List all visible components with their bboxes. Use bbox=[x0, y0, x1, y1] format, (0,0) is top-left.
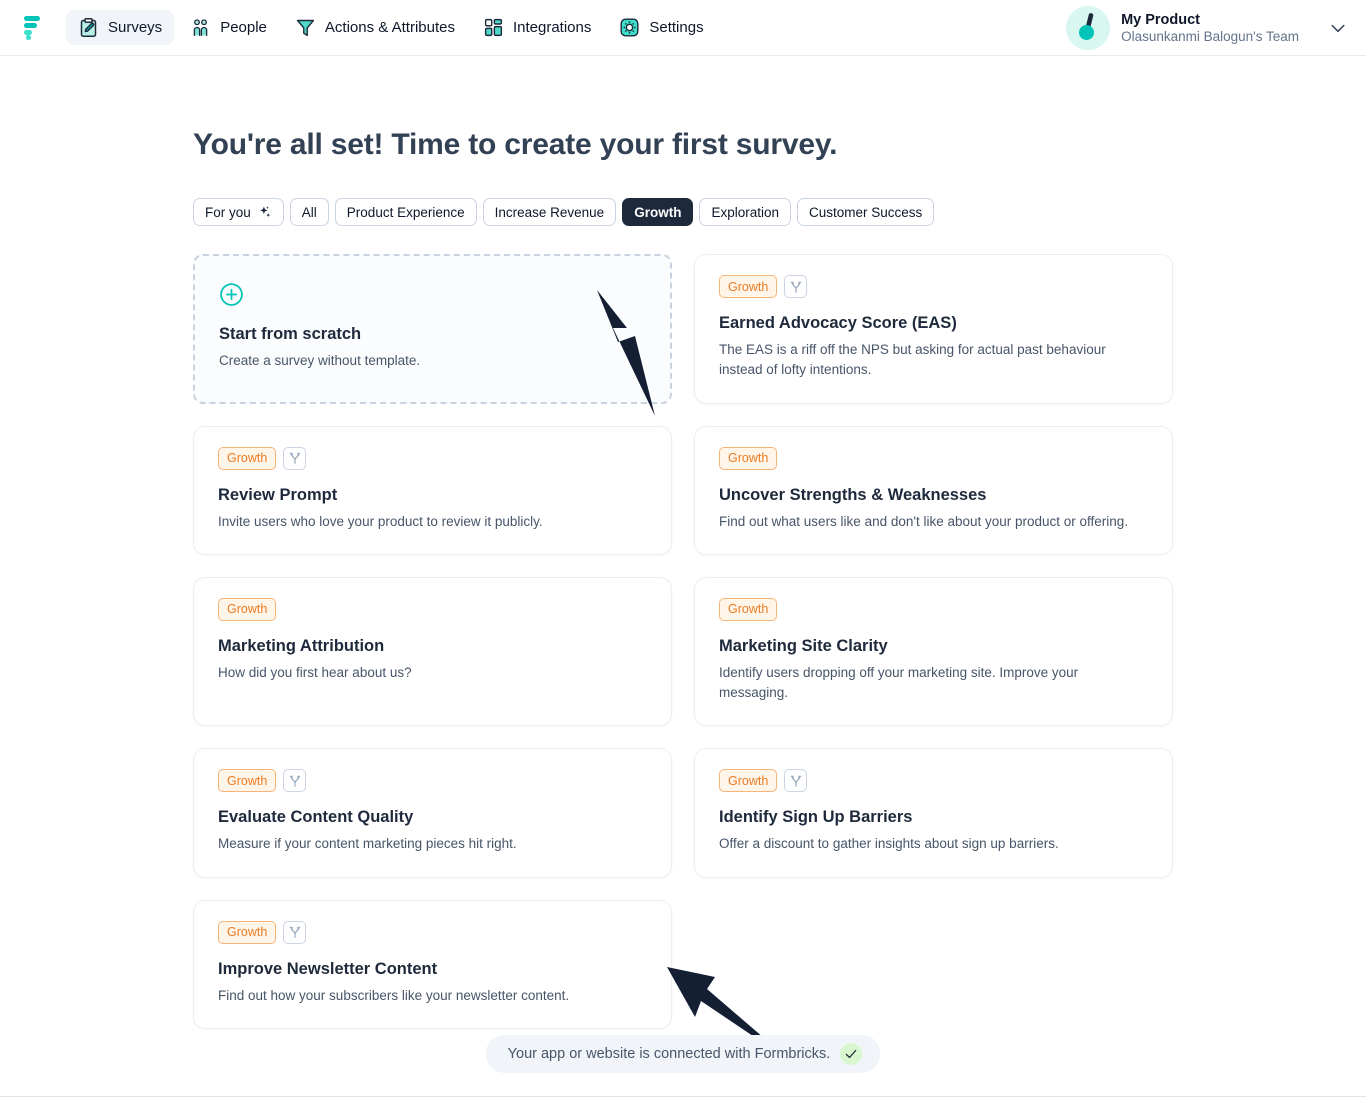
nav-item-actions-attributes[interactable]: Actions & Attributes bbox=[283, 10, 467, 45]
nav-label-surveys: Surveys bbox=[108, 19, 163, 36]
template-card[interactable]: Growth Identify Sign Up Barriers Offer a… bbox=[694, 748, 1173, 878]
card-description: The EAS is a riff off the NPS but asking… bbox=[719, 342, 1106, 378]
filter-chip-product-experience[interactable]: Product Experience bbox=[334, 198, 477, 226]
page-body: You're all set! Time to create your firs… bbox=[0, 56, 1366, 1097]
status-badge: Growth bbox=[719, 597, 778, 621]
nav-item-settings[interactable]: Settings bbox=[607, 10, 715, 45]
filter-chip-label: For you bbox=[205, 204, 251, 220]
account-team-name: Olasunkanmi Balogun's Team bbox=[1121, 28, 1299, 44]
card-badge-row: Growth bbox=[719, 769, 1148, 793]
connection-status-footer: Your app or website is connected with Fo… bbox=[0, 1035, 1366, 1073]
template-card[interactable]: Growth Marketing Attribution How did you… bbox=[193, 576, 672, 727]
card-title: Start from scratch bbox=[219, 325, 362, 343]
filter-chip-customer-success[interactable]: Customer Success bbox=[797, 198, 935, 226]
template-card[interactable]: Growth Evaluate Content Quality Measure … bbox=[193, 748, 672, 878]
card-description: Offer a discount to gather insights abou… bbox=[719, 836, 1059, 852]
card-description: Invite users who love your product to re… bbox=[218, 513, 543, 529]
card-description: Find out what users like and don't like … bbox=[719, 513, 1129, 529]
card-badge-row: Growth bbox=[218, 446, 647, 470]
account-switcher[interactable]: My Product Olasunkanmi Balogun's Team bbox=[1066, 0, 1348, 56]
branch-icon bbox=[283, 920, 307, 944]
card-badge-row: Growth bbox=[218, 920, 647, 944]
filter-chip-exploration[interactable]: Exploration bbox=[699, 198, 791, 226]
branch-icon bbox=[784, 275, 808, 298]
template-card[interactable]: Growth Marketing Site Clarity Identify u… bbox=[694, 576, 1173, 727]
card-title: Uncover Strengths & Weaknesses bbox=[719, 485, 987, 504]
card-badge-row: Growth bbox=[719, 597, 1148, 621]
card-badge-row: Growth bbox=[719, 275, 1148, 298]
card-description: How did you first hear about us? bbox=[218, 664, 412, 680]
status-badge: Growth bbox=[719, 275, 778, 298]
product-avatar-icon bbox=[1066, 6, 1111, 50]
start-from-scratch-card[interactable]: Start from scratch Create a survey witho… bbox=[193, 254, 672, 404]
card-title: Improve Newsletter Content bbox=[218, 959, 438, 978]
check-icon bbox=[840, 1043, 863, 1065]
template-card[interactable]: Growth Uncover Strengths & Weaknesses Fi… bbox=[694, 425, 1173, 555]
template-category-filters: For you All Product Experience Increase … bbox=[193, 198, 1173, 226]
gear-icon bbox=[619, 17, 640, 38]
filter-chip-label: All bbox=[301, 204, 317, 220]
filter-chip-label: Customer Success bbox=[809, 204, 923, 220]
template-card[interactable]: Growth Earned Advocacy Score (EAS) The E… bbox=[694, 254, 1173, 404]
nav-item-integrations[interactable]: Integrations bbox=[471, 10, 603, 45]
content-container: You're all set! Time to create your firs… bbox=[193, 56, 1173, 1029]
template-grid: Start from scratch Create a survey witho… bbox=[193, 254, 1173, 1029]
clipboard-edit-icon bbox=[78, 17, 99, 38]
connection-status-pill: Your app or website is connected with Fo… bbox=[485, 1035, 881, 1073]
filter-chip-label: Increase Revenue bbox=[494, 204, 605, 220]
plus-circle-icon bbox=[219, 282, 244, 307]
status-badge: Growth bbox=[719, 769, 778, 793]
card-title: Review Prompt bbox=[218, 485, 338, 504]
template-card[interactable]: Growth Review Prompt Invite users who lo… bbox=[193, 425, 672, 555]
card-title: Earned Advocacy Score (EAS) bbox=[719, 314, 957, 332]
funnel-icon bbox=[295, 17, 316, 38]
filter-chip-label: Growth bbox=[634, 204, 682, 220]
nav-label-people: People bbox=[220, 19, 267, 36]
filter-chip-label: Exploration bbox=[711, 204, 779, 220]
formbricks-logo[interactable] bbox=[22, 15, 44, 41]
filter-chip-all[interactable]: All bbox=[289, 198, 329, 226]
card-description: Identify users dropping off your marketi… bbox=[719, 664, 1079, 700]
card-title: Marketing Attribution bbox=[218, 636, 385, 655]
branch-icon bbox=[784, 769, 808, 793]
account-product-name: My Product bbox=[1121, 11, 1201, 28]
page-title: You're all set! Time to create your firs… bbox=[193, 128, 838, 161]
status-badge: Growth bbox=[719, 446, 778, 470]
status-badge: Growth bbox=[218, 446, 277, 470]
card-title: Identify Sign Up Barriers bbox=[719, 808, 913, 827]
branch-icon bbox=[283, 446, 307, 470]
nav-label-settings: Settings bbox=[649, 19, 704, 36]
card-description: Create a survey without template. bbox=[219, 353, 421, 368]
connection-status-text: Your app or website is connected with Fo… bbox=[507, 1046, 831, 1062]
filter-chip-increase-revenue[interactable]: Increase Revenue bbox=[482, 198, 617, 226]
grid-blocks-icon bbox=[483, 17, 504, 38]
people-icon bbox=[190, 17, 211, 38]
filter-chip-for-you[interactable]: For you bbox=[193, 198, 284, 226]
card-title: Marketing Site Clarity bbox=[719, 636, 888, 655]
status-badge: Growth bbox=[218, 769, 277, 793]
nav-label-integrations: Integrations bbox=[512, 19, 592, 36]
status-badge: Growth bbox=[218, 597, 277, 621]
card-description: Find out how your subscribers like your … bbox=[218, 987, 570, 1003]
filter-chip-label: Product Experience bbox=[346, 204, 465, 220]
filter-chip-growth[interactable]: Growth bbox=[622, 198, 694, 226]
card-badge-row: Growth bbox=[218, 769, 647, 793]
top-navigation-bar: Surveys People Actions & Attributes Inte… bbox=[0, 0, 1366, 56]
branch-icon bbox=[283, 769, 307, 793]
nav-label-actions-attributes: Actions & Attributes bbox=[324, 19, 455, 36]
primary-nav-items: Surveys People Actions & Attributes Inte… bbox=[66, 10, 716, 45]
nav-item-people[interactable]: People bbox=[178, 10, 279, 45]
card-badge-row: Growth bbox=[719, 446, 1148, 470]
template-card[interactable]: Growth Improve Newsletter Content Find o… bbox=[193, 899, 672, 1029]
nav-item-surveys[interactable]: Surveys bbox=[66, 10, 175, 45]
card-description: Measure if your content marketing pieces… bbox=[218, 836, 517, 852]
status-badge: Growth bbox=[218, 920, 277, 944]
card-badge-row: Growth bbox=[218, 597, 647, 621]
sparkle-icon bbox=[257, 205, 272, 220]
card-title: Evaluate Content Quality bbox=[218, 808, 414, 827]
chevron-down-icon[interactable] bbox=[1328, 18, 1348, 38]
